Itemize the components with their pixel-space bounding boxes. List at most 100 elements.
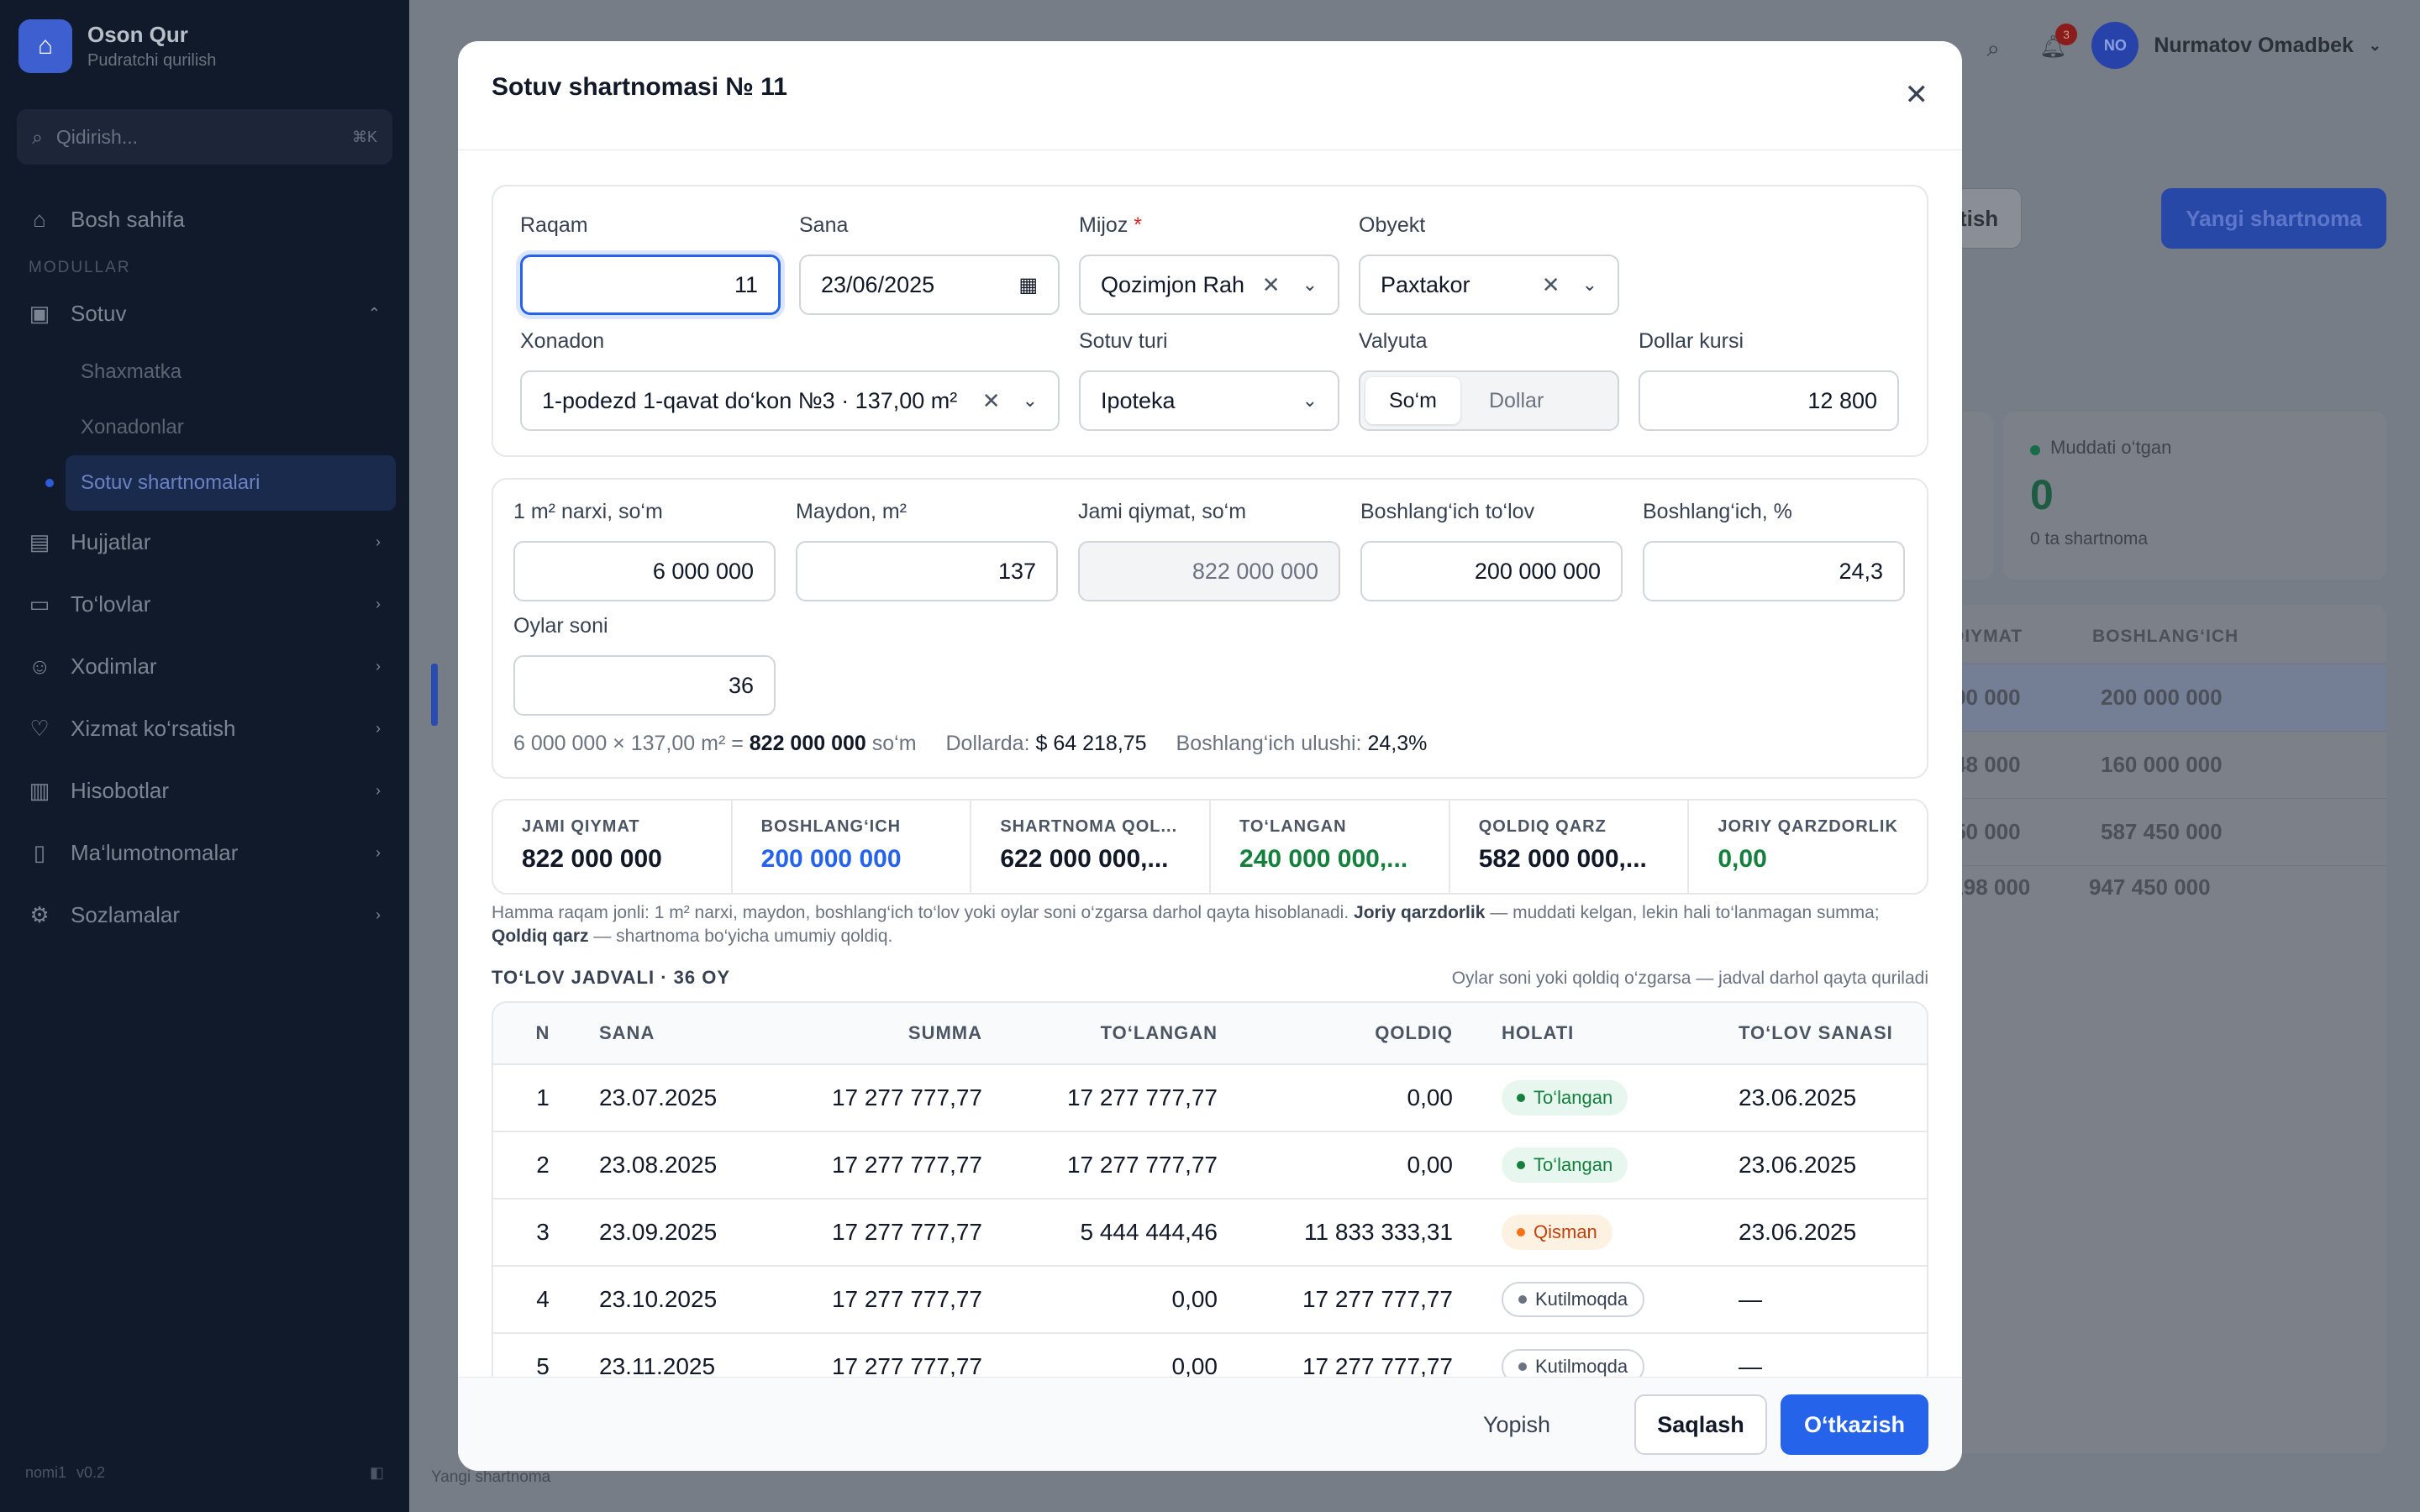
help-note: Hamma raqam jonli: 1 m² narxi, maydon, b…: [492, 901, 1928, 949]
cell-paid: 0,00: [1171, 1286, 1218, 1312]
sidebar-search[interactable]: ⌕ Qidirish... ⌘K: [17, 109, 392, 165]
number-input[interactable]: 11: [520, 255, 781, 315]
currency-option-dollar[interactable]: Dollar: [1465, 377, 1567, 424]
number-label: Raqam: [520, 213, 588, 237]
date-label: Sana: [799, 213, 849, 237]
apartment-select[interactable]: 1-podezd 1-qavat do‘kon №3 · 137,00 m² ✕ ⌄: [520, 370, 1060, 431]
modal-title: Sotuv shartnomasi № 11: [492, 73, 787, 101]
down-percent-input[interactable]: 24,3: [1643, 541, 1905, 601]
post-button[interactable]: O‘tkazish: [1781, 1394, 1928, 1455]
service-icon: ♡: [29, 715, 50, 741]
new-contract-button[interactable]: Yangi shartnoma: [2161, 188, 2386, 249]
sidebar-item-service[interactable]: ♡ Xizmat ko‘rsatish ›: [0, 697, 409, 759]
cell-rest: 11 833 333,31: [1304, 1219, 1453, 1245]
cell-sum: 17 277 777,77: [831, 1084, 982, 1110]
table-row[interactable]: 822 000 000 200 000 000: [1891, 664, 2386, 731]
clear-icon[interactable]: ✕: [1262, 272, 1281, 298]
sidebar-item-payments[interactable]: ▭ To‘lovlar ›: [0, 573, 409, 635]
calc-usd-label: Dollarda:: [945, 732, 1030, 755]
sale-type-select[interactable]: Ipoteka ⌄: [1079, 370, 1339, 431]
calculation-summary: 6 000 000 × 137,00 m² = 822 000 000 so‘m…: [513, 732, 1427, 756]
clear-icon[interactable]: ✕: [1542, 272, 1560, 298]
sidebar-item-references[interactable]: ▯ Ma‘lumotnomalar ›: [0, 822, 409, 884]
table-row[interactable]: 2 23.08.2025 17 277 777,77 17 277 777,77…: [493, 1132, 1927, 1200]
app-title: Oson Qur: [87, 22, 188, 47]
document-icon: ▤: [29, 528, 50, 554]
cell-date: 23.08.2025: [599, 1152, 718, 1178]
card-icon: ▭: [29, 591, 50, 617]
months-input[interactable]: 36: [513, 655, 776, 716]
overdue-label: Muddati o‘tgan: [2050, 437, 2172, 458]
sale-type-label: Sotuv turi: [1079, 329, 1168, 353]
table-row[interactable]: 1 23.07.2025 17 277 777,77 17 277 777,77…: [493, 1065, 1927, 1132]
client-select[interactable]: Qozimjon Rah ✕ ⌄: [1079, 255, 1339, 315]
date-input[interactable]: 23/06/2025 ▦: [799, 255, 1060, 315]
table-row[interactable]: 587 450 000 587 450 000: [1891, 798, 2386, 865]
user-menu[interactable]: NO Nurmatov Omadbek ⌄: [2091, 22, 2381, 69]
chevron-down-icon: ⌄: [1302, 274, 1318, 295]
months-label: Oylar soni: [513, 614, 608, 638]
sidebar-subitem-sales-contracts[interactable]: Sotuv shartnomalari: [45, 455, 396, 511]
price-m2-input[interactable]: 6 000 000: [513, 541, 776, 601]
cell-date: 23.10.2025: [599, 1286, 718, 1312]
down-percent-label: Boshlang‘ich, %: [1643, 500, 1792, 523]
user-icon: ☺: [29, 653, 51, 679]
table-row[interactable]: 4 23.10.2025 17 277 777,77 0,00 17 277 7…: [493, 1267, 1927, 1334]
app-subtitle: Pudratchi qurilish: [87, 51, 217, 70]
save-button[interactable]: Saqlash: [1634, 1394, 1767, 1455]
sidebar-item-reports[interactable]: ▥ Hisobotlar ›: [0, 759, 409, 822]
sidebar-item-home[interactable]: ⌂ Bosh sahifa: [0, 188, 409, 250]
close-button[interactable]: Yopish: [1458, 1394, 1576, 1455]
summary-value: 622 000 000,...: [1000, 845, 1169, 873]
apartment-label: Xonadon: [520, 329, 605, 353]
sidebar-item-documents[interactable]: ▤ Hujjatlar ›: [0, 511, 409, 573]
status-badge: To‘langan: [1502, 1147, 1628, 1183]
cell-sum: 17 277 777,77: [831, 1219, 982, 1245]
col-status: HOLATI: [1502, 1022, 1575, 1043]
cell-down-sum: 947 450 000: [2089, 874, 2211, 900]
calc-share-value: 24,3%: [1367, 732, 1428, 755]
table-row[interactable]: 3 23.09.2025 17 277 777,77 5 444 444,46 …: [493, 1200, 1927, 1267]
summary-label: TO‘LANGAN: [1239, 817, 1347, 836]
collapse-sidebar-icon[interactable]: ◧: [370, 1464, 384, 1482]
search-icon[interactable]: ⌕: [1986, 35, 2000, 63]
cell-date: 23.07.2025: [599, 1084, 718, 1110]
status-badge: To‘langan: [1502, 1080, 1628, 1116]
note-bold: Joriy qarzdorlik: [1354, 903, 1486, 922]
cell-pay-date: 23.06.2025: [1739, 1152, 1857, 1178]
sidebar-item-settings[interactable]: ⚙ Sozlamalar ›: [0, 884, 409, 946]
object-select[interactable]: Paxtakor ✕ ⌄: [1359, 255, 1619, 315]
status-dot: [2030, 445, 2040, 455]
client-label-text: Mijoz: [1079, 213, 1128, 237]
apartment-value: 1-podezd 1-qavat do‘kon №3 · 137,00 m²: [542, 387, 958, 413]
cell-down: 200 000 000: [2101, 685, 2223, 710]
down-payment-input[interactable]: 200 000 000: [1360, 541, 1623, 601]
pricing-card: 1 m² narxi, so‘m 6 000 000 Maydon, m² 13…: [492, 478, 1928, 779]
contract-modal: Sotuv shartnomasi № 11 ✕ Raqam 11 Sana 2…: [458, 41, 1962, 1471]
summary-paid: TO‘LANGAN 240 000 000,...: [1211, 801, 1450, 893]
sales-icon: ▣: [29, 300, 50, 326]
chart-icon: ▥: [29, 777, 50, 803]
currency-option-som[interactable]: So‘m: [1365, 377, 1460, 424]
sidebar-subitem-apartments[interactable]: Xonadonlar: [0, 400, 409, 455]
table-row[interactable]: 887 748 000 160 000 000: [1891, 731, 2386, 798]
summary-value: 582 000 000,...: [1478, 845, 1647, 873]
sidebar-item-staff[interactable]: ☺ Xodimlar ›: [0, 635, 409, 697]
sidebar-subitem-chessboard[interactable]: Shaxmatka: [0, 344, 409, 400]
summary-strip: JAMI QIYMAT 822 000 000 BOSHLANG‘ICH 200 0…: [492, 799, 1928, 895]
home-logo-icon[interactable]: ⌂: [18, 19, 72, 73]
schedule-hint: Oylar soni yoki qoldiq o‘zgarsa — jadval…: [1451, 969, 1928, 988]
calendar-icon[interactable]: ▦: [1018, 273, 1038, 297]
col-date: SANA: [599, 1022, 655, 1043]
total-field: Jami qiymat, so‘m 822 000 000: [1078, 500, 1340, 601]
down-payment-label: Boshlang‘ich to‘lov: [1360, 500, 1535, 523]
schedule-title: TO‘LOV JADVALI · 36 OY: [492, 967, 731, 988]
overdue-sub: 0 ta shartnoma: [2030, 529, 2149, 549]
close-icon[interactable]: ✕: [1905, 78, 1929, 112]
sidebar-item-sales[interactable]: ▣ Sotuv ⌃: [0, 282, 409, 344]
sidebar-item-label: To‘lovlar: [71, 591, 151, 617]
required-mark: *: [1134, 213, 1143, 237]
clear-icon[interactable]: ✕: [982, 388, 1001, 414]
area-input[interactable]: 137: [796, 541, 1058, 601]
usd-rate-input[interactable]: 12 800: [1639, 370, 1899, 431]
